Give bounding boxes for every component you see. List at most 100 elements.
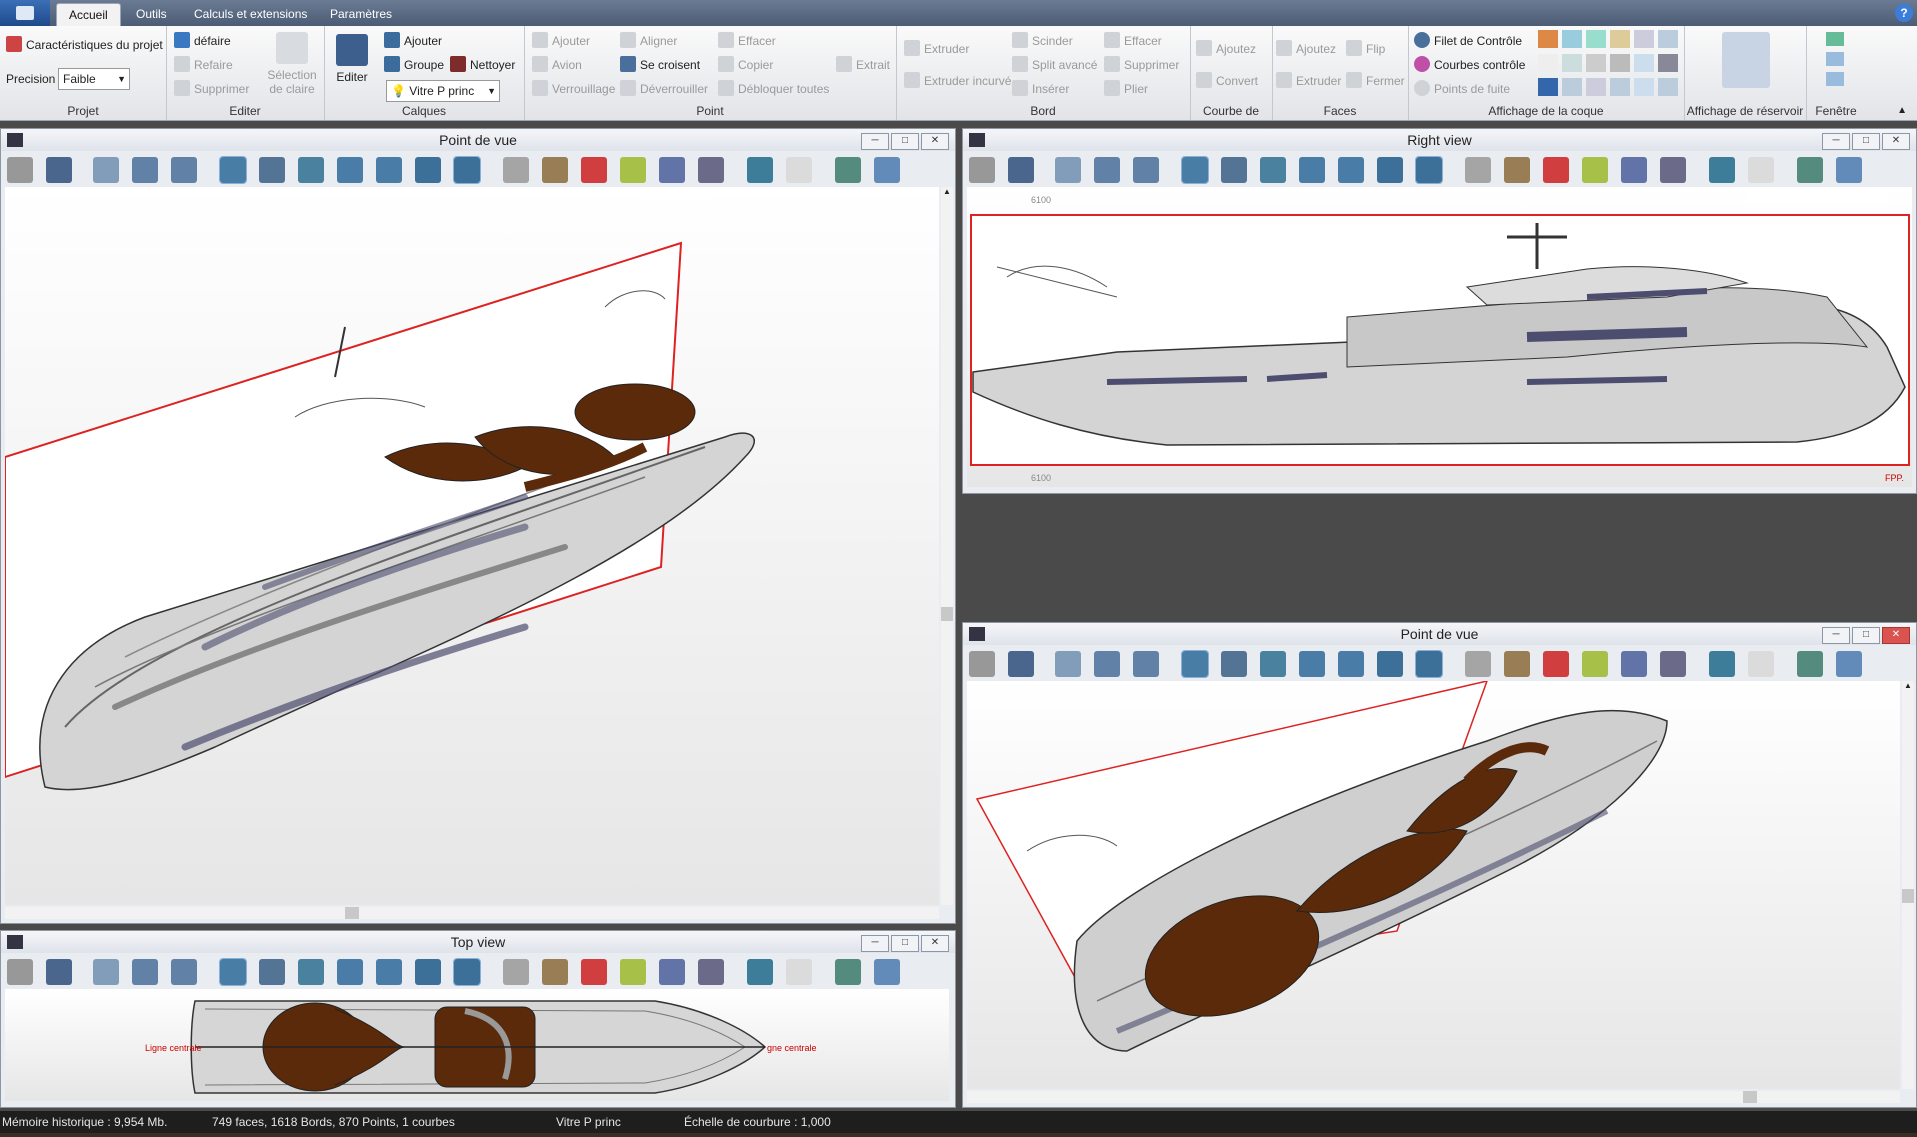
zoom-out-icon[interactable] — [1094, 651, 1120, 677]
fermer-button[interactable]: Fermer — [1346, 70, 1405, 92]
flip-button[interactable]: Flip — [1346, 38, 1385, 60]
zebra-icon[interactable] — [1582, 157, 1608, 183]
filet-controle-button[interactable]: Filet de Contrôle — [1414, 30, 1522, 52]
hull-shaded-icon[interactable] — [1504, 157, 1530, 183]
avion-button[interactable]: Avion — [532, 54, 582, 76]
horizontal-scrollbar[interactable] — [5, 907, 939, 919]
hull-view-icon[interactable] — [1586, 30, 1606, 48]
scroll-thumb[interactable] — [1902, 889, 1914, 903]
zoom-out-icon[interactable] — [132, 157, 158, 183]
curvature-icon[interactable] — [1543, 651, 1569, 677]
curvature-icon[interactable] — [1543, 157, 1569, 183]
hull-view-icon[interactable] — [1562, 30, 1582, 48]
debloquer-button[interactable]: Débloquer toutes — [718, 78, 829, 100]
zoom-out-icon[interactable] — [132, 959, 158, 985]
new-window-icon[interactable] — [1826, 32, 1844, 46]
view-perspective-icon[interactable] — [1181, 650, 1209, 678]
calques-editer-button[interactable]: Editer — [330, 34, 374, 84]
zoom-extents-icon[interactable] — [1055, 651, 1081, 677]
shade-icon[interactable] — [1415, 156, 1443, 184]
hydrostatics-icon[interactable] — [747, 959, 773, 985]
vertical-scrollbar[interactable]: ▲ — [1902, 681, 1914, 1089]
hydrostatics-icon[interactable] — [1709, 157, 1735, 183]
zoom-extents-icon[interactable] — [93, 157, 119, 183]
tab-calculs[interactable]: Calculs et extensions — [182, 3, 319, 26]
view-profile-icon[interactable] — [259, 959, 285, 985]
close-button[interactable]: ✕ — [1882, 627, 1910, 644]
vertical-scrollbar[interactable]: ▲ — [941, 187, 953, 905]
shade-icon[interactable] — [453, 156, 481, 184]
print-icon[interactable] — [969, 157, 995, 183]
layer-select[interactable]: 💡 Vitre P princ ▼ — [386, 80, 500, 102]
wireframe-icon[interactable] — [415, 157, 441, 183]
points-fuite-button[interactable]: Points de fuite — [1414, 78, 1510, 100]
shade-icon[interactable] — [1415, 650, 1443, 678]
view-stern-icon[interactable] — [376, 157, 402, 183]
shade-icon[interactable] — [453, 958, 481, 986]
verrouillage-button[interactable]: Verrouillage — [532, 78, 615, 100]
view-profile-icon[interactable] — [259, 157, 285, 183]
zebra-icon[interactable] — [620, 959, 646, 985]
viewport-canvas[interactable]: Ligne centrale gne centrale — [5, 989, 949, 1101]
close-button[interactable]: ✕ — [921, 133, 949, 150]
bord-effacer-button[interactable]: Effacer — [1104, 30, 1162, 52]
view-body-icon[interactable] — [337, 157, 363, 183]
zoom-in-icon[interactable] — [1133, 651, 1159, 677]
developability-icon[interactable] — [1621, 651, 1647, 677]
hull-view-icon[interactable] — [1634, 30, 1654, 48]
courbes-controle-button[interactable]: Courbes contrôle — [1414, 54, 1525, 76]
pin-icon[interactable] — [1836, 157, 1862, 183]
view-stern-icon[interactable] — [1338, 157, 1364, 183]
convert-button[interactable]: Convert — [1196, 70, 1258, 92]
view-profile-icon[interactable] — [1221, 651, 1247, 677]
view-perspective-icon[interactable] — [1181, 156, 1209, 184]
cascade-window-icon[interactable] — [1826, 72, 1844, 86]
hull-view-icon[interactable] — [1658, 78, 1678, 96]
hull-view-icon[interactable] — [1610, 78, 1630, 96]
viewport-canvas[interactable] — [967, 681, 1900, 1089]
hull-view-icon[interactable] — [1538, 78, 1558, 96]
maximize-button[interactable]: □ — [1852, 133, 1880, 150]
bord-supprimer-button[interactable]: Supprimer — [1104, 54, 1179, 76]
faces-ajoutez-button[interactable]: Ajoutez — [1276, 38, 1336, 60]
collapse-ribbon-icon[interactable]: ▲ — [1897, 105, 1907, 116]
selection-button[interactable]: Sélection de claire — [264, 32, 320, 96]
wireframe-icon[interactable] — [1377, 651, 1403, 677]
viewport-canvas[interactable] — [5, 187, 939, 905]
view-plan-icon[interactable] — [298, 959, 324, 985]
scroll-up-icon[interactable]: ▲ — [941, 187, 953, 199]
hull-wire-icon[interactable] — [503, 157, 529, 183]
pin-icon[interactable] — [874, 959, 900, 985]
view-perspective-icon[interactable] — [219, 156, 247, 184]
camera-icon[interactable] — [1797, 651, 1823, 677]
scroll-thumb[interactable] — [941, 607, 953, 621]
extrait-button[interactable]: Extrait — [836, 54, 890, 76]
close-button[interactable]: ✕ — [1882, 133, 1910, 150]
scroll-up-icon[interactable]: ▲ — [1902, 681, 1914, 693]
zoom-out-icon[interactable] — [1094, 157, 1120, 183]
hull-shaded-icon[interactable] — [542, 959, 568, 985]
hull-view-icon[interactable] — [1610, 54, 1630, 72]
surface-icon[interactable] — [1660, 651, 1686, 677]
hydrostatics-icon[interactable] — [1709, 651, 1735, 677]
camera-icon[interactable] — [1797, 157, 1823, 183]
hull-wire-icon[interactable] — [1465, 651, 1491, 677]
transparent-icon[interactable] — [786, 959, 812, 985]
save-icon[interactable] — [46, 959, 72, 985]
refaire-button[interactable]: Refaire — [174, 54, 233, 76]
zoom-in-icon[interactable] — [171, 157, 197, 183]
transparent-icon[interactable] — [786, 157, 812, 183]
view-stern-icon[interactable] — [376, 959, 402, 985]
extruder-incurve-button[interactable]: Extruder incurvé — [904, 70, 1011, 92]
transparent-icon[interactable] — [1748, 651, 1774, 677]
wireframe-icon[interactable] — [415, 959, 441, 985]
developability-icon[interactable] — [659, 959, 685, 985]
app-menu-button[interactable] — [0, 0, 50, 26]
bord-extruder-button[interactable]: Extruder — [904, 38, 969, 60]
se-croisent-button[interactable]: Se croisent — [620, 54, 700, 76]
view-plan-icon[interactable] — [298, 157, 324, 183]
view-body-icon[interactable] — [337, 959, 363, 985]
view-body-icon[interactable] — [1299, 651, 1325, 677]
pin-icon[interactable] — [874, 157, 900, 183]
hull-view-icon[interactable] — [1610, 30, 1630, 48]
